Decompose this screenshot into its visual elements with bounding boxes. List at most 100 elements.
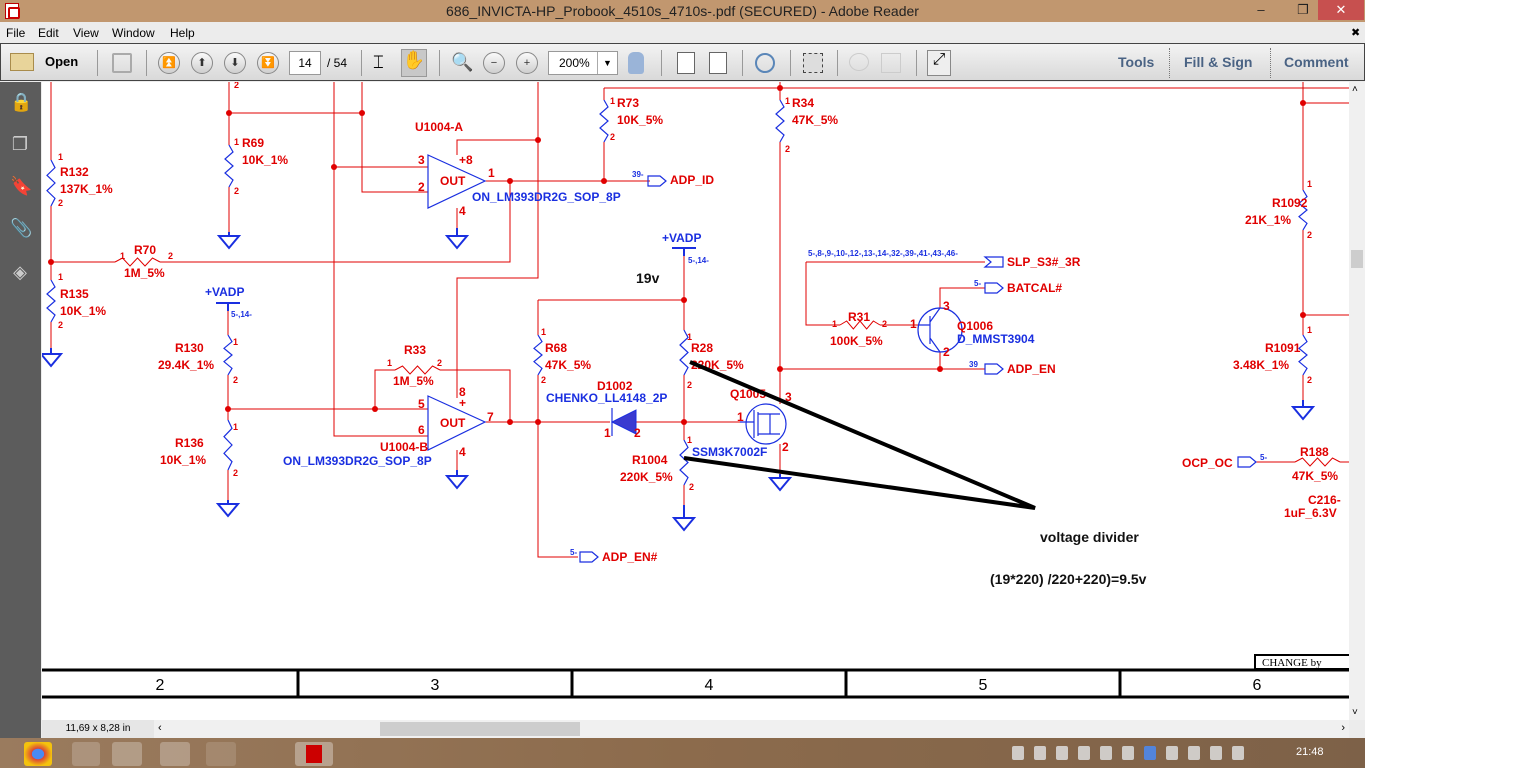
minimize-button[interactable]: ‒ [1246,0,1276,20]
resistor-zigzag [46,279,56,323]
menu-view[interactable]: View [73,26,99,40]
ref-r31: R31 [848,310,870,324]
previous-page-icon[interactable]: ⬆ [191,52,213,74]
comment-pane-button[interactable]: Comment [1284,54,1349,70]
folder-icon[interactable] [10,53,34,71]
bookmarks-icon[interactable]: 🔖 [10,176,32,196]
hand-tool-icon[interactable]: ✋ [401,49,427,77]
full-screen-icon[interactable]: ⤢ [927,50,951,76]
fit-page-icon[interactable] [709,52,727,74]
app-taskbar-icon[interactable] [252,742,282,766]
adp-en-refs: 39 [969,360,978,369]
value-r73: 10K_5% [617,113,663,127]
select-tool-icon[interactable]: ⌶ [373,52,384,73]
fill-sign-pane-button[interactable]: Fill & Sign [1184,54,1252,70]
pin-number: 2 [58,320,63,330]
pin-number: 1 [832,319,837,329]
network-icon[interactable] [1012,746,1024,760]
page-thumbnails-icon[interactable]: ❐ [10,134,30,154]
net-ocp-oc[interactable]: OCP_OC [1182,456,1233,470]
highlight-text-icon[interactable] [881,53,901,73]
close-document-icon[interactable]: ✖ [1351,26,1360,39]
pin-number: 1 [120,251,125,261]
last-page-icon[interactable]: ⏬ [257,52,279,74]
scroll-down-icon[interactable]: ˅ [1352,707,1358,718]
value-c216: 1uF_6.3V [1284,506,1337,520]
flag-icon[interactable] [1034,746,1046,760]
menu-window[interactable]: Window [112,26,155,40]
control-panel-taskbar-icon[interactable] [160,742,190,766]
scroll-up-icon[interactable]: ˄ [1352,84,1358,95]
zoom-in-icon[interactable]: + [516,52,538,74]
tray-app-icon[interactable] [1166,746,1178,760]
rotate-icon[interactable] [755,53,775,73]
zoom-select[interactable]: 200% ▼ [548,51,618,75]
mosfet-q1005-symbol [745,403,787,445]
value-r34: 47K_5% [792,113,838,127]
chevron-down-icon[interactable]: ▼ [597,52,617,74]
restore-button[interactable]: ❐ [1288,0,1318,20]
pin-number: 1 [910,317,917,331]
pin-number: 1 [785,96,790,106]
close-button[interactable]: ✕ [1318,0,1364,20]
marquee-zoom-icon[interactable]: 🔍 [451,52,473,73]
scroll-left-icon[interactable]: ‹ [158,722,162,734]
pin-number: 2 [687,380,692,390]
sticky-note-icon[interactable] [849,53,869,71]
net-adp-en-n[interactable]: ADP_EN# [602,550,658,564]
menu-file[interactable]: File [6,26,25,40]
scroll-right-icon[interactable]: › [1341,722,1345,734]
excel-taskbar-icon[interactable] [72,742,100,766]
vertical-scrollbar[interactable]: ˄ ˅ [1349,82,1365,720]
adp-id-refs: 39- [632,170,644,179]
pin-number: 2 [785,144,790,154]
zoom-out-icon[interactable]: − [483,52,505,74]
net-slp-s3[interactable]: SLP_S3#_3R [1007,255,1081,269]
layers-icon[interactable]: ◈ [10,262,30,282]
divider [916,50,917,76]
net-batcal[interactable]: BATCAL# [1007,281,1062,295]
page-number-input[interactable]: 14 [289,51,321,75]
lock-icon[interactable]: 🔒 [10,92,32,112]
net-adp-en[interactable]: ADP_EN [1007,362,1056,376]
tray-app-icon[interactable] [1078,746,1090,760]
resistor-zigzag [224,144,234,188]
snapshot-icon[interactable] [803,53,823,73]
battery-icon[interactable] [1188,746,1200,760]
volume-icon[interactable] [1232,746,1244,760]
tray-app-icon[interactable] [1056,746,1068,760]
part-q1006: D_MMST3904 [957,332,1035,346]
tray-app-icon[interactable] [1122,746,1134,760]
open-button[interactable]: Open [45,54,78,69]
horizontal-scroll-thumb[interactable] [380,722,580,736]
file-explorer-taskbar-icon[interactable] [112,742,142,766]
bluetooth-icon[interactable] [1144,746,1156,760]
clock[interactable]: 21:48 [1296,746,1324,758]
pin-number: 2 [782,440,789,454]
read-mode-icon[interactable] [628,52,644,74]
media-player-taskbar-icon[interactable] [206,742,236,766]
adobe-reader-taskbar-icon[interactable] [295,742,333,766]
menu-edit[interactable]: Edit [38,26,59,40]
fit-width-icon[interactable] [677,52,695,74]
menu-help[interactable]: Help [170,26,195,40]
attachments-icon[interactable]: 📎 [10,218,32,238]
next-page-icon[interactable]: ⬇ [224,52,246,74]
vertical-scroll-thumb[interactable] [1351,250,1363,268]
horizontal-scrollbar[interactable]: 11,69 x 8,28 in ‹ › [42,720,1349,738]
save-icon[interactable] [112,53,132,73]
resistor-zigzag [533,334,543,376]
tray-app-icon[interactable] [1100,746,1112,760]
net-adp-id[interactable]: ADP_ID [670,173,714,187]
pin-number: 4 [459,204,466,218]
tools-pane-button[interactable]: Tools [1118,54,1154,70]
diode-symbol [610,409,637,435]
signal-icon[interactable] [1210,746,1222,760]
pin-number: 7 [487,410,494,424]
pin-number: 2 [1307,375,1312,385]
first-page-icon[interactable]: ⏫ [158,52,180,74]
ocp-refs: 5- [1260,453,1267,462]
chrome-taskbar-icon[interactable] [24,742,52,766]
document-view[interactable]: R132 137K_1% R135 10K_1% R70 1M_5% R69 1… [42,82,1349,720]
annotation-formula: (19*220) /220+220)=9.5v [990,571,1147,587]
